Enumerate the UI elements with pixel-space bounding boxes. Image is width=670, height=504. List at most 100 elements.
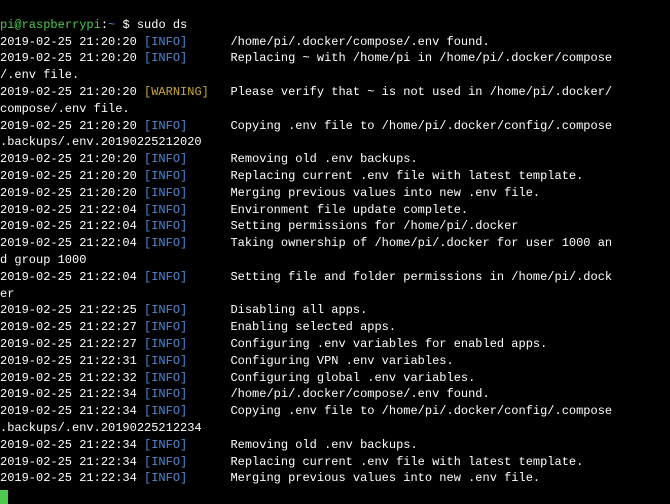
log-line: compose/.env file. <box>0 101 670 118</box>
log-message: Setting permissions for /home/pi/.docker <box>230 219 518 233</box>
prompt-colon: : <box>101 18 108 32</box>
log-level-info: [INFO] <box>144 387 230 401</box>
log-line: 2019-02-25 21:22:04 [INFO] Taking owners… <box>0 235 670 252</box>
log-level-info: [INFO] <box>144 455 230 469</box>
prompt-user: pi <box>0 18 14 32</box>
log-message: Please verify that ~ is not used in /hom… <box>230 85 612 99</box>
log-message: Copying .env file to /home/pi/.docker/co… <box>230 119 612 133</box>
log-continuation: er <box>0 287 14 301</box>
log-continuation: compose/.env file. <box>0 102 130 116</box>
log-message: Disabling all apps. <box>230 303 367 317</box>
log-level-info: [INFO] <box>144 203 230 217</box>
log-message: Setting file and folder permissions in /… <box>230 270 612 284</box>
prompt-host: raspberrypi <box>22 18 101 32</box>
log-line: er <box>0 286 670 303</box>
log-line: 2019-02-25 21:20:20 [WARNING] Please ver… <box>0 84 670 101</box>
log-level-warning: [WARNING] <box>144 85 230 99</box>
log-message: Enabling selected apps. <box>230 320 396 334</box>
log-message: Replacing current .env file with latest … <box>230 169 583 183</box>
log-timestamp: 2019-02-25 21:22:04 <box>0 270 144 284</box>
log-line: 2019-02-25 21:22:34 [INFO] /home/pi/.doc… <box>0 386 670 403</box>
log-level-info: [INFO] <box>144 219 230 233</box>
log-line: 2019-02-25 21:22:27 [INFO] Configuring .… <box>0 336 670 353</box>
log-line: 2019-02-25 21:22:25 [INFO] Disabling all… <box>0 302 670 319</box>
log-message: /home/pi/.docker/compose/.env found. <box>230 35 489 49</box>
log-line: 2019-02-25 21:22:34 [INFO] Replacing cur… <box>0 454 670 471</box>
log-timestamp: 2019-02-25 21:22:34 <box>0 404 144 418</box>
log-message: Merging previous values into new .env fi… <box>230 186 540 200</box>
log-message: Taking ownership of /home/pi/.docker for… <box>230 236 612 250</box>
log-continuation: .backups/.env.20190225212234 <box>0 421 202 435</box>
log-line: 2019-02-25 21:22:34 [INFO] Merging previ… <box>0 470 670 487</box>
log-level-info: [INFO] <box>144 186 230 200</box>
log-message: Replacing ~ with /home/pi in /home/pi/.d… <box>230 51 612 65</box>
terminal-output[interactable]: pi@raspberrypi:~ $ sudo ds 2019-02-25 21:… <box>0 0 670 504</box>
log-message: Configuring .env variables for enabled a… <box>230 337 547 351</box>
log-timestamp: 2019-02-25 21:22:04 <box>0 203 144 217</box>
log-message: Replacing current .env file with latest … <box>230 455 583 469</box>
log-line: d group 1000 <box>0 252 670 269</box>
log-timestamp: 2019-02-25 21:20:20 <box>0 119 144 133</box>
log-timestamp: 2019-02-25 21:20:20 <box>0 35 144 49</box>
log-line: 2019-02-25 21:22:32 [INFO] Configuring g… <box>0 370 670 387</box>
log-level-info: [INFO] <box>144 404 230 418</box>
log-line: 2019-02-25 21:22:31 [INFO] Configuring V… <box>0 353 670 370</box>
log-timestamp: 2019-02-25 21:22:34 <box>0 471 144 485</box>
log-level-info: [INFO] <box>144 371 230 385</box>
log-message: Configuring VPN .env variables. <box>230 354 453 368</box>
log-line: .backups/.env.20190225212020 <box>0 134 670 151</box>
log-level-info: [INFO] <box>144 320 230 334</box>
log-message: Copying .env file to /home/pi/.docker/co… <box>230 404 612 418</box>
log-timestamp: 2019-02-25 21:22:04 <box>0 219 144 233</box>
log-message: Removing old .env backups. <box>230 152 417 166</box>
log-level-info: [INFO] <box>144 35 230 49</box>
log-timestamp: 2019-02-25 21:22:32 <box>0 371 144 385</box>
log-timestamp: 2019-02-25 21:20:20 <box>0 169 144 183</box>
log-level-info: [INFO] <box>144 152 230 166</box>
log-timestamp: 2019-02-25 21:22:34 <box>0 455 144 469</box>
command-text: sudo ds <box>137 18 187 32</box>
log-line: 2019-02-25 21:20:20 [INFO] /home/pi/.doc… <box>0 34 670 51</box>
log-timestamp: 2019-02-25 21:20:20 <box>0 51 144 65</box>
log-line: .backups/.env.20190225212234 <box>0 420 670 437</box>
log-timestamp: 2019-02-25 21:20:20 <box>0 152 144 166</box>
log-timestamp: 2019-02-25 21:22:25 <box>0 303 144 317</box>
log-message: /home/pi/.docker/compose/.env found. <box>230 387 489 401</box>
log-level-info: [INFO] <box>144 169 230 183</box>
log-message: Removing old .env backups. <box>230 438 417 452</box>
log-line: /.env file. <box>0 67 670 84</box>
log-line: 2019-02-25 21:20:20 [INFO] Copying .env … <box>0 118 670 135</box>
log-continuation: /.env file. <box>0 68 79 82</box>
prompt-dollar: $ <box>122 18 129 32</box>
log-line: 2019-02-25 21:20:20 [INFO] Replacing cur… <box>0 168 670 185</box>
prompt-path: ~ <box>108 18 115 32</box>
log-line: 2019-02-25 21:22:04 [INFO] Setting permi… <box>0 218 670 235</box>
log-message: Environment file update complete. <box>230 203 468 217</box>
log-line: 2019-02-25 21:22:04 [INFO] Setting file … <box>0 269 670 286</box>
log-level-info: [INFO] <box>144 337 230 351</box>
log-timestamp: 2019-02-25 21:20:20 <box>0 85 144 99</box>
log-line: 2019-02-25 21:22:34 [INFO] Copying .env … <box>0 403 670 420</box>
log-level-info: [INFO] <box>144 354 230 368</box>
log-timestamp: 2019-02-25 21:22:27 <box>0 337 144 351</box>
log-line: 2019-02-25 21:20:20 [INFO] Merging previ… <box>0 185 670 202</box>
log-level-info: [INFO] <box>144 303 230 317</box>
log-continuation: .backups/.env.20190225212020 <box>0 135 202 149</box>
log-message: Merging previous values into new .env fi… <box>230 471 540 485</box>
log-timestamp: 2019-02-25 21:20:20 <box>0 186 144 200</box>
log-timestamp: 2019-02-25 21:22:34 <box>0 438 144 452</box>
log-level-info: [INFO] <box>144 236 230 250</box>
log-timestamp: 2019-02-25 21:22:31 <box>0 354 144 368</box>
cursor <box>0 490 8 504</box>
log-line: 2019-02-25 21:22:27 [INFO] Enabling sele… <box>0 319 670 336</box>
log-timestamp: 2019-02-25 21:22:04 <box>0 236 144 250</box>
log-continuation: d group 1000 <box>0 253 86 267</box>
log-timestamp: 2019-02-25 21:22:27 <box>0 320 144 334</box>
log-line: 2019-02-25 21:22:04 [INFO] Environment f… <box>0 202 670 219</box>
log-level-info: [INFO] <box>144 270 230 284</box>
log-line: 2019-02-25 21:22:34 [INFO] Removing old … <box>0 437 670 454</box>
log-message: Configuring global .env variables. <box>230 371 475 385</box>
prompt-at: @ <box>14 18 21 32</box>
log-line: 2019-02-25 21:20:20 [INFO] Replacing ~ w… <box>0 50 670 67</box>
log-level-info: [INFO] <box>144 119 230 133</box>
